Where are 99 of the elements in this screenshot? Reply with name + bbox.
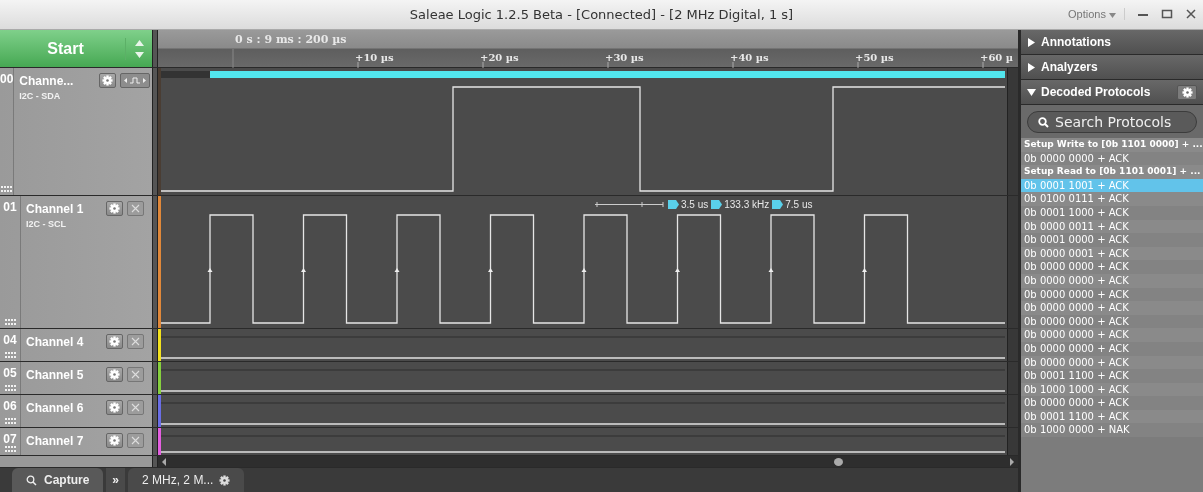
gear-icon [109, 402, 120, 413]
splitter-bar[interactable] [152, 30, 158, 67]
decoded-row[interactable]: 0b 0001 0000 + ACK [1021, 233, 1203, 247]
channel-number: 07 [3, 432, 17, 446]
close-icon [131, 403, 140, 412]
grip-icon[interactable] [4, 319, 16, 325]
time-tick-label: +20 µs [480, 52, 519, 63]
grip-icon[interactable] [4, 385, 16, 391]
caret-right-icon [1027, 62, 1036, 72]
gear-icon [1181, 86, 1193, 98]
grip-icon[interactable] [4, 418, 16, 424]
maximize-icon[interactable] [1161, 8, 1173, 20]
up-down-icon[interactable] [125, 37, 144, 60]
gear-icon [109, 435, 120, 446]
protocol-label: I2C - SCL [26, 219, 67, 229]
tag-icon [711, 199, 723, 209]
settings-button[interactable] [106, 433, 123, 448]
protocol-label: I2C - SDA [19, 91, 62, 101]
splitter-bar[interactable] [152, 68, 158, 195]
caret-right-icon [1027, 37, 1036, 47]
tab[interactable]: Capture [12, 468, 104, 492]
remove-channel-button[interactable] [127, 367, 144, 382]
panel-header[interactable]: Decoded Protocols [1021, 80, 1203, 105]
grip-icon[interactable] [4, 446, 16, 452]
time-tick-label: +50 µs [855, 52, 894, 63]
channel-name[interactable]: Channel 4 [26, 334, 102, 349]
close-icon [131, 370, 140, 379]
channel-number: 00 [0, 72, 14, 86]
channel-name[interactable]: Channel 1 [26, 201, 102, 216]
grip-icon[interactable] [4, 352, 16, 358]
settings-button[interactable] [106, 400, 123, 415]
gear-icon [109, 369, 120, 380]
gear-icon [109, 203, 120, 214]
settings-button[interactable] [99, 73, 117, 88]
remove-channel-button[interactable] [127, 201, 144, 216]
splitter-bar[interactable] [152, 329, 158, 361]
measurement-value: 133.3 kHz [724, 198, 770, 210]
decoded-row[interactable]: 0b 0001 1100 + ACK [1021, 369, 1203, 383]
panel-header[interactable]: Annotations [1021, 30, 1203, 55]
remove-channel-button[interactable] [127, 334, 144, 349]
search-icon [26, 474, 38, 486]
scroll-left-icon[interactable] [161, 457, 167, 466]
gear-icon [109, 336, 120, 347]
gear-icon [102, 75, 114, 86]
more-tabs-button[interactable]: » [106, 468, 126, 492]
channel-number: 04 [3, 333, 17, 347]
tag-icon [772, 199, 784, 209]
decoded-row[interactable]: 0b 0000 0000 + ACK [1021, 260, 1203, 274]
caret-down-icon [1027, 87, 1036, 97]
trigger-button[interactable] [120, 73, 151, 88]
channel-number: 01 [3, 200, 17, 214]
decoded-row[interactable]: 0b 0000 0000 + ACK [1021, 328, 1203, 342]
scroll-right-icon[interactable] [1009, 457, 1015, 466]
decoded-row[interactable]: 0b 0000 0000 + ACK [1021, 301, 1203, 315]
close-icon [131, 204, 140, 213]
channel-number: 06 [3, 399, 17, 413]
tab[interactable]: 2 MHz, 2 M... [128, 468, 245, 492]
panel-header[interactable]: Analyzers [1021, 55, 1203, 80]
start-button[interactable]: Start [0, 30, 152, 67]
grip-icon[interactable] [1, 186, 13, 192]
splitter-bar[interactable] [152, 362, 158, 394]
time-origin: 0 s : 9 ms : 200 µs [235, 33, 347, 46]
time-tick-label: +30 µs [605, 52, 644, 63]
splitter-bar[interactable] [152, 196, 158, 328]
decoded-row[interactable]: Setup Read to [0b 1101 0001] + ... [1021, 165, 1203, 179]
options-menu[interactable]: Options [1068, 8, 1125, 20]
close-icon [131, 436, 140, 445]
channel-name[interactable]: Channel 5 [26, 367, 102, 382]
close-icon[interactable] [1185, 8, 1197, 20]
settings-button[interactable] [1177, 84, 1197, 100]
measurement-value: 7.5 us [785, 198, 813, 210]
settings-button[interactable] [106, 367, 123, 382]
decoded-row[interactable]: 0b 1000 0000 + NAK [1021, 423, 1203, 438]
trigger-pulse-icon [123, 76, 148, 85]
gear-icon [219, 474, 231, 486]
search-field[interactable]: Search Protocols [1027, 111, 1197, 133]
settings-button[interactable] [106, 334, 123, 349]
window-title: Saleae Logic 1.2.5 Beta - [Connected] - [2 MHz Digital, 1 s] [409, 7, 794, 22]
scroll-thumb[interactable] [834, 458, 843, 466]
decoded-row[interactable]: 0b 0000 0000 + ACK [1021, 396, 1203, 410]
time-tick-label: +10 µs [355, 52, 394, 63]
time-tick-label: +40 µs [730, 52, 769, 63]
decoded-row[interactable]: 0b 0100 0111 + ACK [1021, 192, 1203, 206]
remove-channel-button[interactable] [127, 433, 144, 448]
horizontal-scrollbar[interactable] [158, 456, 1018, 467]
channel-name[interactable]: Channel 7 [26, 433, 102, 448]
time-tick-label: +60 µ [980, 52, 1014, 63]
channel-name[interactable]: Channe... [19, 73, 96, 88]
close-icon [131, 337, 140, 346]
caret-icon [1109, 13, 1116, 18]
channel-name[interactable]: Channel 6 [26, 400, 102, 415]
channel-number: 05 [3, 366, 17, 380]
decoded-row[interactable]: Setup Write to [0b 1101 0000] + ... [1021, 138, 1203, 152]
settings-button[interactable] [106, 201, 123, 216]
measure-line [595, 199, 665, 209]
splitter-bar[interactable] [152, 395, 158, 427]
measurement-value: 3.5 us [681, 198, 709, 210]
remove-channel-button[interactable] [127, 400, 144, 415]
tag-icon [668, 199, 679, 209]
